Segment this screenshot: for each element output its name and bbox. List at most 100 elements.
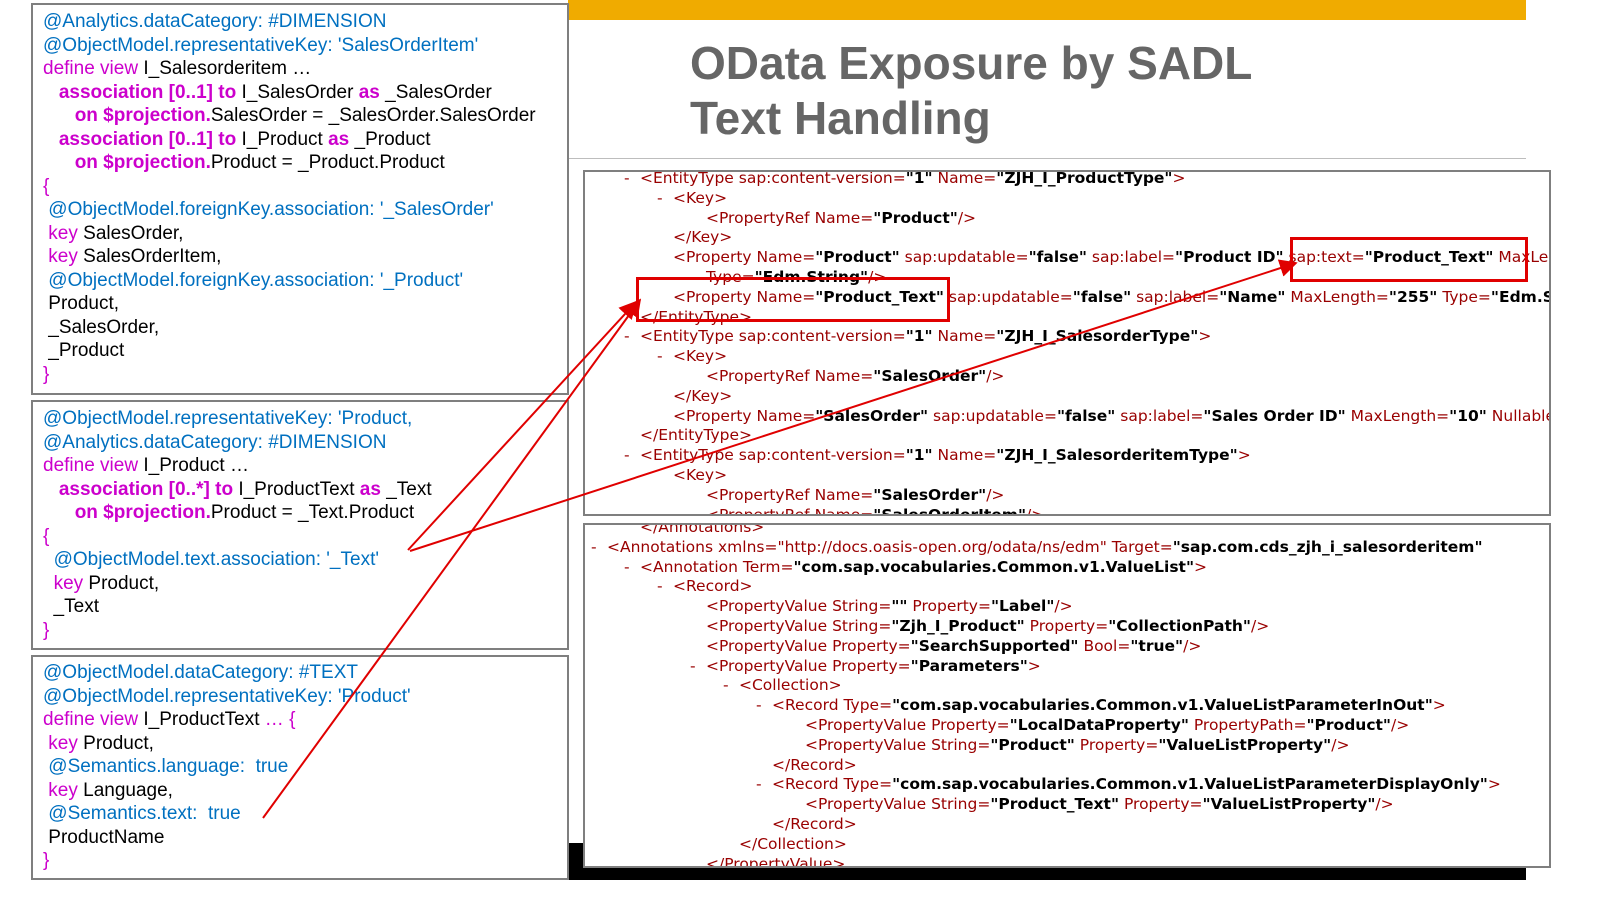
- xml-token: </Collection>: [739, 834, 847, 853]
- cds-token: @ObjectModel.representativeKey: 'Product…: [43, 408, 413, 429]
- collapse-toggle[interactable]: -: [756, 775, 772, 794]
- xml-token: <EntityType sap:content-version=: [640, 170, 906, 187]
- cds-token: Product = _Product.Product: [210, 152, 445, 173]
- xml-token: <PropertyValue Property=: [805, 716, 1010, 734]
- xml-line: - <Record Type="com.sap.vocabularies.Comm…: [756, 696, 1446, 716]
- cds-code-line: @ObjectModel.representativeKey: 'Product…: [43, 686, 411, 709]
- xml-line: <PropertyValue Property="LocalDataProper…: [789, 716, 1409, 736]
- xml-token: "Edm.String": [1490, 287, 1551, 306]
- xml-line: <Key>: [657, 466, 727, 486]
- xml-token: <PropertyValue Property=: [706, 636, 911, 655]
- cds-salesorderitem-box: @Analytics.dataCategory: #DIMENSION @Obje…: [31, 3, 569, 395]
- xml-token: <Key>: [673, 466, 728, 484]
- cds-code-line: @Semantics.text: true: [43, 803, 241, 826]
- xml-token: </EntityType>: [640, 426, 753, 445]
- xml-token: />: [986, 485, 1005, 504]
- xml-token: <PropertyValue String=: [805, 795, 991, 814]
- cds-code-line: ProductName: [43, 827, 164, 850]
- cds-token: _Product: [354, 128, 431, 150]
- xml-line: <PropertyValue Property="SearchSupported…: [690, 637, 1201, 657]
- cds-producttext-box: @ObjectModel.dataCategory: #TEXT @ObjectM…: [31, 655, 569, 880]
- cds-token: Product,: [83, 732, 154, 754]
- collapse-toggle[interactable]: -: [624, 327, 640, 346]
- xml-line: </Annotations>: [624, 525, 764, 538]
- xml-line: - <PropertyValue Property="Parameters">: [690, 657, 1041, 677]
- xml-token: <Record Type=: [772, 696, 893, 715]
- cds-token: }: [43, 619, 50, 641]
- xml-token: Name=: [932, 446, 997, 465]
- collapse-toggle[interactable]: -: [657, 189, 673, 208]
- xml-token: Name=: [932, 327, 997, 346]
- collapse-toggle[interactable]: -: [624, 446, 640, 465]
- xml-token: <PropertyValue String=: [805, 735, 991, 754]
- cds-token: I_ProductText: [238, 478, 360, 500]
- xml-line: - <EntityType sap:content-version="1" Nam…: [624, 327, 1211, 347]
- collapse-toggle[interactable]: -: [591, 538, 607, 557]
- xml-token: Property=: [1024, 617, 1109, 635]
- cds-token: on $projection.: [74, 152, 211, 173]
- sap-text-highlight-box: [1290, 237, 1528, 282]
- cds-token: association [0..1] to: [58, 128, 242, 150]
- xml-token: <PropertyRef Name=: [706, 485, 874, 504]
- cds-code-line: }: [43, 364, 49, 387]
- xml-token: <Property Name=: [673, 406, 816, 425]
- xml-line: <PropertyRef Name="SalesOrder"/>: [690, 367, 1004, 387]
- xml-token: sap:label=: [1131, 287, 1220, 306]
- xml-token: "SearchSupported": [910, 636, 1079, 655]
- cds-code-line: @ObjectModel.foreignKey.association: '_S…: [43, 199, 493, 222]
- collapse-toggle[interactable]: -: [723, 676, 739, 695]
- xml-token: "com.sap.vocabularies.Common.v1.ValueLis…: [892, 775, 1488, 794]
- xml-token: "SalesOrder": [815, 406, 929, 425]
- xml-token: <EntityType sap:content-version=: [640, 446, 906, 465]
- xml-token: <Record Type=: [772, 775, 893, 794]
- collapse-toggle[interactable]: -: [657, 347, 673, 366]
- cds-token: association [0..*] to: [58, 478, 239, 500]
- xml-token: />: [986, 367, 1005, 385]
- xml-line: </Record>: [756, 815, 857, 835]
- xml-line: - <Collection>: [723, 676, 842, 696]
- collapse-toggle[interactable]: -: [756, 696, 772, 715]
- xml-token: "ValueListProperty": [1158, 735, 1332, 754]
- xml-line: <PropertyValue String="Product_Text" Pro…: [789, 795, 1394, 815]
- cds-code-line: }: [43, 620, 49, 643]
- cds-token: [43, 479, 59, 500]
- cds-token: I_Product …: [143, 455, 249, 476]
- xml-token: "SalesOrderItem": [873, 505, 1027, 516]
- xml-token: "255": [1388, 287, 1438, 306]
- xml-token: MaxLength=: [1285, 287, 1389, 306]
- cds-token: SalesOrder = _SalesOrder.SalesOrder: [210, 105, 536, 126]
- xml-token: Type=: [1437, 287, 1491, 306]
- xml-token: />: [957, 208, 977, 227]
- xml-line: - <EntityType sap:content-version="1" Nam…: [624, 446, 1251, 466]
- xml-token: </Record>: [772, 755, 857, 774]
- cds-token: [43, 573, 54, 594]
- collapse-toggle[interactable]: -: [657, 577, 673, 596]
- cds-token: @Semantics.text: true: [48, 803, 241, 824]
- xml-token: "Product": [1306, 716, 1391, 734]
- xml-token: "http://docs.oasis-open.org/odata/ns/edm…: [777, 537, 1107, 556]
- xml-line: <PropertyRef Name="SalesOrder"/>: [690, 486, 1004, 506]
- xml-line: <PropertyRef Name="Product"/>: [690, 209, 976, 229]
- xml-line: <PropertyValue String="Zjh_I_Product" Pr…: [690, 617, 1269, 637]
- collapse-toggle[interactable]: -: [624, 558, 640, 577]
- xml-token: />: [1375, 795, 1394, 814]
- collapse-toggle[interactable]: -: [624, 172, 640, 188]
- cds-code-line: }: [43, 850, 49, 873]
- cds-code-line: _Text: [43, 596, 99, 619]
- xml-token: "ValueListProperty": [1202, 795, 1376, 814]
- cds-token: _Product: [43, 340, 125, 361]
- xml-token: "1": [905, 446, 933, 465]
- xml-token: MaxLength=: [1345, 406, 1450, 425]
- cds-token: key: [48, 732, 84, 754]
- cds-token: key: [53, 572, 89, 594]
- metadata-entity-types-panel: - <EntityType sap:content-version="1" Nam…: [583, 170, 1551, 516]
- cds-token: @Semantics.language: true: [48, 756, 289, 777]
- slide-title-line2: Text Handling: [690, 92, 991, 144]
- cds-token: SalesOrder,: [83, 222, 184, 244]
- cds-token: Product = _Text.Product: [210, 502, 415, 523]
- xml-token: "10": [1449, 406, 1487, 425]
- title-divider: [568, 158, 1526, 159]
- xml-token: "": [891, 597, 908, 616]
- collapse-toggle[interactable]: -: [690, 657, 706, 676]
- cds-token: _SalesOrder,: [43, 316, 160, 338]
